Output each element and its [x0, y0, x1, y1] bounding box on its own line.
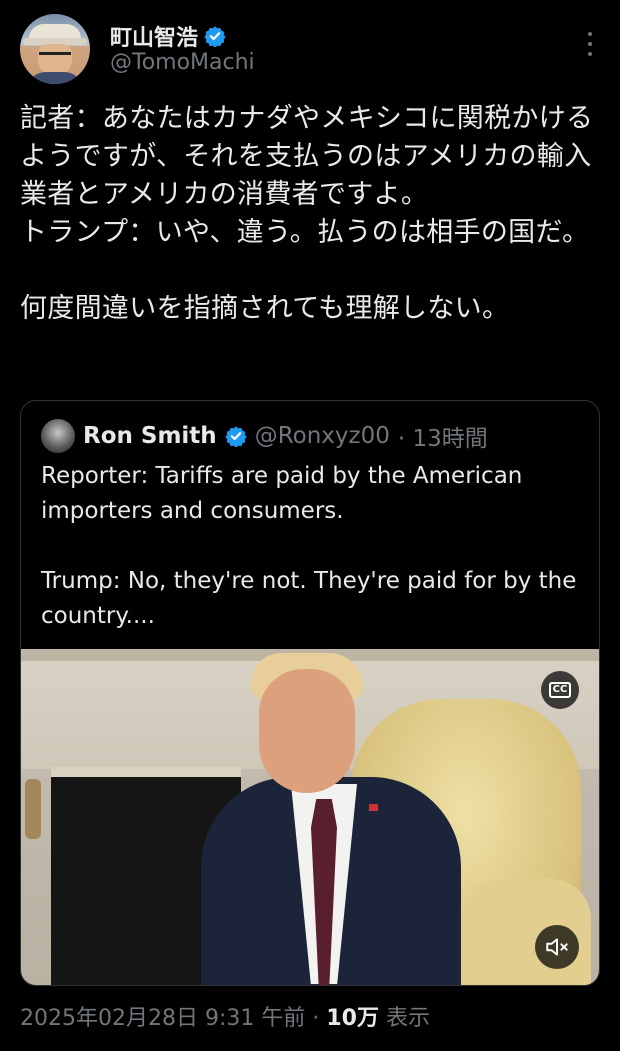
- captions-button[interactable]: CC: [541, 671, 579, 709]
- author-handle[interactable]: @TomoMachi: [110, 50, 255, 75]
- quoted-post[interactable]: Ron Smith @Ronxyz00 · 13時間 Reporter: Tar…: [20, 400, 600, 986]
- captions-icon: CC: [548, 682, 572, 698]
- quoted-post-header: Ron Smith @Ronxyz00 · 13時間: [41, 419, 488, 453]
- author-display-name[interactable]: 町山智浩: [110, 20, 198, 52]
- quoted-author-handle[interactable]: @Ronxyz00: [255, 423, 390, 449]
- post-header: 町山智浩 @TomoMachi: [20, 14, 600, 86]
- verified-badge-icon: [204, 26, 226, 47]
- quoted-post-time: · 13時間: [397, 426, 488, 452]
- verified-badge-icon: [225, 426, 247, 447]
- post-text: 記者：あなたはカナダやメキシコに関税かけるようですが、それを支払うのはアメリカの…: [20, 103, 594, 324]
- quoted-author-name[interactable]: Ron Smith: [83, 423, 217, 449]
- more-options-icon[interactable]: [586, 32, 594, 56]
- muted-speaker-icon: [546, 938, 568, 956]
- video-player[interactable]: CC: [21, 649, 599, 985]
- views-label: 表示: [378, 1006, 430, 1031]
- quoted-author-avatar[interactable]: [41, 419, 75, 453]
- views-count: 10万: [326, 1006, 379, 1031]
- post-date-time[interactable]: 2025年02月28日 9:31 午前 ·: [20, 1006, 326, 1031]
- unmute-button[interactable]: [535, 925, 579, 969]
- author-avatar[interactable]: [20, 14, 90, 84]
- author-name-row: 町山智浩: [110, 20, 226, 52]
- post-timestamp: 2025年02月28日 9:31 午前 · 10万 表示: [20, 1000, 430, 1032]
- quoted-post-text: Reporter: Tariffs are paid by the Americ…: [41, 463, 577, 629]
